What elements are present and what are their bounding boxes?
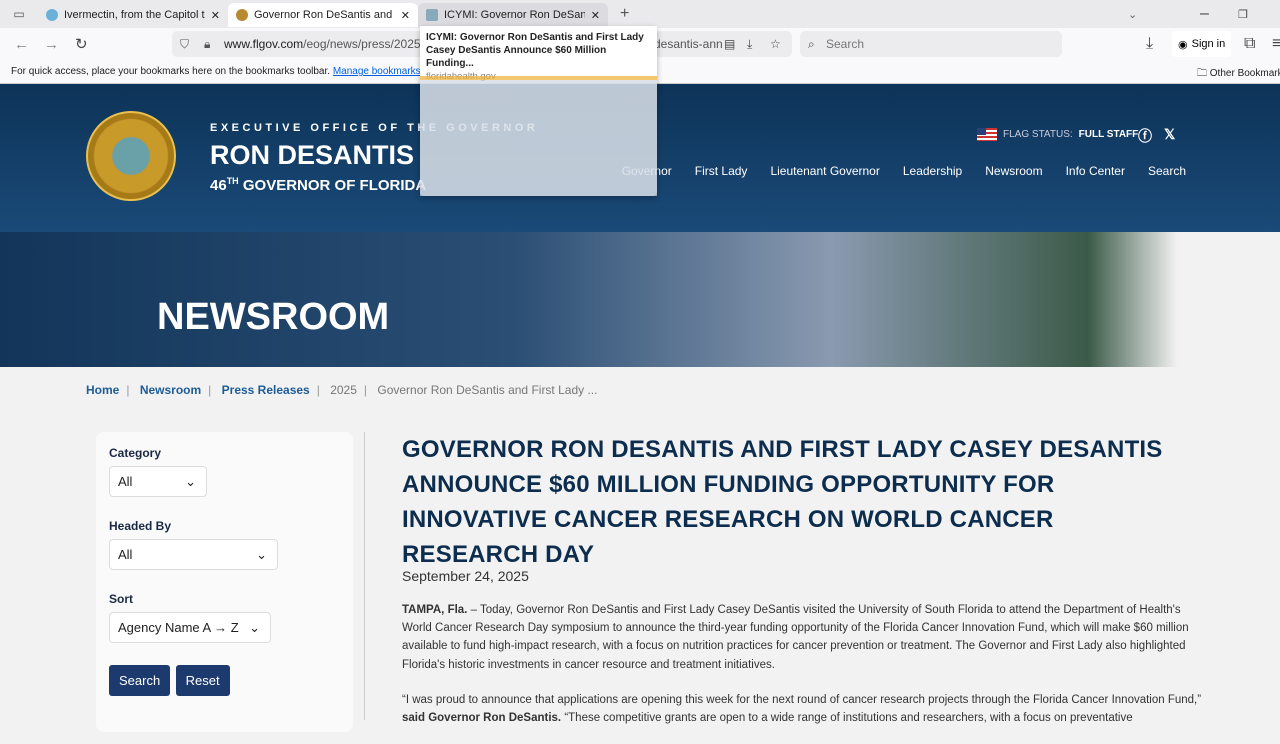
florida-seal-logo[interactable] bbox=[86, 111, 176, 201]
url-domain: www.flgov.com bbox=[224, 37, 304, 51]
main-nav: Governor First Lady Lieutenant Governor … bbox=[622, 164, 1186, 178]
restore-icon[interactable]: ❐ bbox=[1238, 8, 1248, 21]
nav-newsroom[interactable]: Newsroom bbox=[985, 164, 1042, 178]
account-icon: ◉ bbox=[1178, 38, 1188, 51]
reset-button[interactable]: Reset bbox=[175, 665, 230, 696]
article-body: TAMPA, Fla. – Today, Governor Ron DeSant… bbox=[402, 601, 1202, 744]
nav-search[interactable]: Search bbox=[1148, 164, 1186, 178]
headed-by-select[interactable]: All ⌄ bbox=[109, 539, 278, 570]
search-input[interactable]: ⌕ Search bbox=[800, 31, 1062, 57]
chevron-down-icon: ⌄ bbox=[249, 619, 260, 635]
menu-icon[interactable]: ≡ bbox=[1272, 35, 1280, 53]
tab-title: Ivermectin, from the Capitol to bbox=[64, 9, 205, 21]
other-bookmarks[interactable]: 🗀 Other Bookmarks bbox=[1197, 66, 1280, 83]
downloads-icon[interactable]: ⤓ bbox=[1146, 35, 1153, 53]
breadcrumb-newsroom[interactable]: Newsroom bbox=[140, 383, 201, 397]
sort-value: Agency Name A → Z bbox=[118, 620, 239, 635]
bookmark-star-icon[interactable]: ☆ bbox=[770, 37, 781, 51]
article-date: September 24, 2025 bbox=[402, 568, 529, 584]
sort-label: Sort bbox=[109, 592, 133, 606]
shield-icon: ⛉ bbox=[180, 36, 190, 51]
tab-favicon bbox=[46, 9, 58, 21]
tooltip-title: ICYMI: Governor Ron DeSantis and First L… bbox=[426, 32, 644, 69]
manage-bookmarks-link[interactable]: Manage bookmarks... bbox=[333, 66, 429, 77]
minimize-icon[interactable]: – bbox=[1200, 5, 1209, 23]
flag-status: FLAG STATUS: FULL STAFF bbox=[977, 128, 1138, 141]
breadcrumb-current: Governor Ron DeSantis and First Lady ... bbox=[377, 383, 598, 397]
hero-banner: NEWSROOM bbox=[0, 232, 1280, 367]
us-flag-icon bbox=[977, 128, 997, 141]
bookmarks-message: For quick access, place your bookmarks h… bbox=[11, 66, 331, 77]
governor-subtitle: 46TH GOVERNOR OF FLORIDA bbox=[210, 176, 426, 194]
nav-lieutenant-governor[interactable]: Lieutenant Governor bbox=[770, 164, 879, 178]
x-twitter-icon[interactable]: 𝕏 bbox=[1164, 126, 1175, 143]
tab-favicon bbox=[426, 9, 438, 21]
tab-ivermectin[interactable]: Ivermectin, from the Capitol to ✕ bbox=[38, 3, 228, 27]
breadcrumb: Home | Newsroom | Press Releases | 2025 | Go… bbox=[86, 383, 598, 397]
extensions-icon[interactable]: ⧉ bbox=[1244, 35, 1255, 53]
tab-preview-thumbnail bbox=[420, 76, 657, 196]
nav-info-center[interactable]: Info Center bbox=[1066, 164, 1125, 178]
sign-in-button[interactable]: ◉ Sign in bbox=[1172, 31, 1232, 57]
close-tab-icon[interactable]: ✕ bbox=[401, 9, 410, 22]
quote-text: “I was proud to announce that applicatio… bbox=[402, 693, 1202, 706]
nav-first-lady[interactable]: First Lady bbox=[695, 164, 748, 178]
tab-icymi[interactable]: ICYMI: Governor Ron DeSantis ✕ bbox=[418, 3, 608, 27]
divider bbox=[364, 432, 365, 720]
sign-in-label: Sign in bbox=[1191, 38, 1226, 50]
filter-sidebar: Category All ⌄ Headed By All ⌄ Sort Agency… bbox=[96, 432, 353, 732]
back-icon[interactable]: ← bbox=[14, 36, 29, 53]
save-page-icon[interactable]: ⤓ bbox=[747, 37, 752, 52]
quote-attribution: said Governor Ron DeSantis. bbox=[402, 712, 562, 725]
new-tab-icon[interactable]: + bbox=[620, 5, 629, 23]
other-bookmarks-label: Other Bookmarks bbox=[1209, 68, 1280, 79]
hero-title: NEWSROOM bbox=[157, 296, 390, 338]
search-button[interactable]: Search bbox=[109, 665, 171, 696]
list-tabs-icon[interactable]: ⌄ bbox=[1128, 8, 1137, 21]
nav-leadership[interactable]: Leadership bbox=[903, 164, 962, 178]
flag-status-value: FULL STAFF bbox=[1078, 129, 1139, 140]
category-value: All bbox=[118, 474, 133, 489]
paragraph: “I was proud to announce that applicatio… bbox=[402, 691, 1202, 727]
headed-by-value: All bbox=[118, 547, 133, 562]
governor-name[interactable]: RON DESANTIS bbox=[210, 140, 414, 171]
search-icon: ⌕ bbox=[808, 36, 815, 51]
tab-favicon bbox=[236, 9, 248, 21]
tab-bar: ▭ Ivermectin, from the Capitol to ✕ Gover… bbox=[0, 0, 1280, 28]
close-tab-icon[interactable]: ✕ bbox=[591, 9, 600, 22]
dateline: TAMPA, Fla. bbox=[402, 604, 468, 616]
lock-icon: 🔒︎ bbox=[204, 36, 211, 51]
category-label: Category bbox=[109, 446, 162, 460]
tab-title: Governor Ron DeSantis and Firs bbox=[254, 9, 395, 21]
tab-list-icon[interactable]: ▭ bbox=[0, 7, 38, 21]
tab-preview-tooltip: ICYMI: Governor Ron DeSantis and First L… bbox=[420, 26, 657, 196]
breadcrumb-home[interactable]: Home bbox=[86, 383, 119, 397]
chevron-down-icon: ⌄ bbox=[256, 546, 267, 562]
reload-icon[interactable]: ↻ bbox=[75, 35, 88, 53]
chevron-down-icon: ⌄ bbox=[185, 473, 196, 489]
reader-view-icon[interactable]: ▤ bbox=[724, 37, 735, 51]
gov-number: 46 bbox=[210, 177, 227, 194]
paragraph: TAMPA, Fla. – Today, Governor Ron DeSant… bbox=[402, 601, 1202, 674]
close-tab-icon[interactable]: ✕ bbox=[211, 9, 220, 22]
paragraph-text: – Today, Governor Ron DeSantis and First… bbox=[402, 604, 1189, 671]
category-select[interactable]: All ⌄ bbox=[109, 466, 207, 497]
gov-suffix: TH bbox=[226, 176, 239, 186]
headed-by-label: Headed By bbox=[109, 519, 172, 533]
search-placeholder: Search bbox=[826, 37, 865, 51]
quote-text: “These competitive grants are open to a … bbox=[561, 712, 1133, 725]
tab-title: ICYMI: Governor Ron DeSantis bbox=[444, 9, 585, 21]
gov-rest: GOVERNOR OF FLORIDA bbox=[238, 177, 427, 194]
breadcrumb-press-releases[interactable]: Press Releases bbox=[222, 383, 310, 397]
tab-governor[interactable]: Governor Ron DeSantis and Firs ✕ bbox=[228, 3, 418, 27]
breadcrumb-year: 2025 bbox=[330, 383, 357, 397]
forward-icon[interactable]: → bbox=[44, 36, 59, 53]
facebook-icon[interactable]: ⓕ bbox=[1138, 126, 1152, 146]
flag-status-label: FLAG STATUS: bbox=[1003, 129, 1073, 140]
article-title: GOVERNOR RON DESANTIS AND FIRST LADY CAS… bbox=[402, 436, 1163, 568]
sort-select[interactable]: Agency Name A → Z ⌄ bbox=[109, 612, 271, 643]
